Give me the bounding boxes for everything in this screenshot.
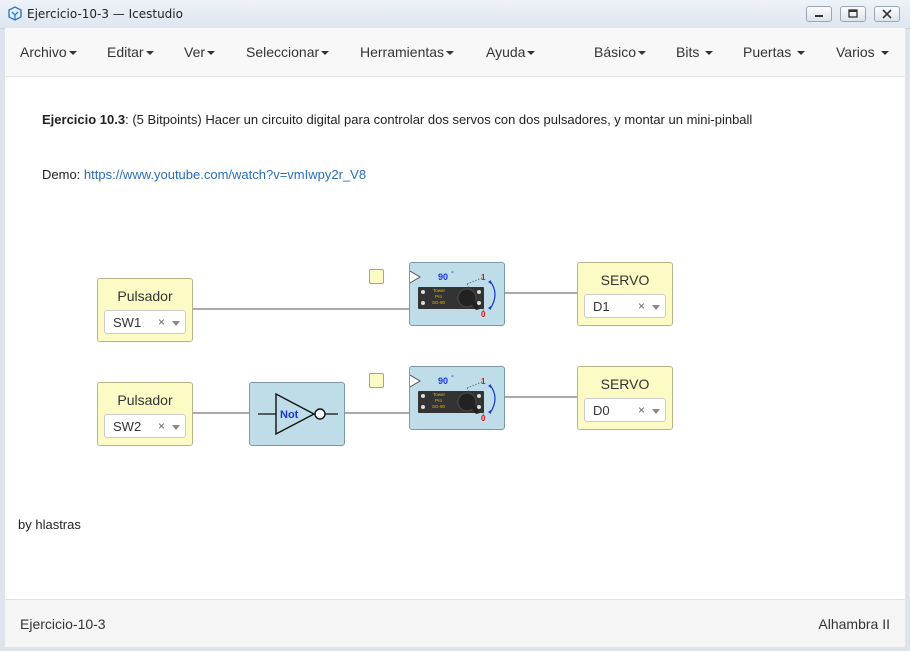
maximize-icon (848, 9, 858, 18)
minimize-icon (815, 15, 823, 17)
clear-icon[interactable]: × (158, 419, 165, 433)
pin-select[interactable]: SW2 × (104, 414, 186, 438)
servo-degree: ° (451, 374, 454, 382)
caret-down-icon (638, 51, 647, 56)
minimize-button[interactable] (806, 6, 832, 22)
block-title: SERVO (600, 272, 650, 288)
servo-motor-icon: 90 ° 1 0 Tower Pro SG-90 (409, 270, 496, 319)
input-block-sw1[interactable]: Pulsador SW1 × (97, 278, 193, 342)
menu-seleccionar[interactable]: Seleccionar (246, 44, 330, 60)
menu-label: Archivo (20, 44, 67, 60)
pin-value: SW2 (113, 419, 142, 434)
author-byline: by hlastras (18, 517, 81, 532)
dropdown-arrow-icon[interactable] (652, 409, 660, 414)
servo-degree: ° (451, 270, 454, 278)
pin-select[interactable]: D1 × (584, 294, 666, 318)
block-title: Pulsador (117, 288, 173, 304)
clear-icon[interactable]: × (638, 299, 645, 313)
servo-min: 0 (481, 414, 486, 423)
menu-basico[interactable]: Básico (594, 44, 647, 60)
menu-bits[interactable]: Bits (676, 44, 714, 60)
maximize-button[interactable] (840, 6, 866, 22)
statusbar: Ejercicio-10-3 Alhambra II (5, 599, 905, 647)
menu-label: Varios (836, 44, 875, 60)
board-name[interactable]: Alhambra II (818, 616, 890, 632)
servo-parameter-input[interactable] (369, 373, 384, 388)
menu-label: Ayuda (486, 44, 526, 60)
pin-value: D1 (593, 299, 610, 314)
servo-parameter-input[interactable] (369, 269, 384, 284)
menu-herramientas[interactable]: Herramientas (360, 44, 455, 60)
menubar: Archivo Editar Ver Seleccionar Herramien… (5, 28, 905, 77)
servo-brand: SG-90 (432, 300, 446, 305)
project-name: Ejercicio-10-3 (20, 616, 106, 632)
caret-down-icon (68, 51, 77, 56)
menu-ayuda[interactable]: Ayuda (486, 44, 536, 60)
servo-angle: 90 (438, 272, 448, 282)
block-title: SERVO (600, 376, 650, 392)
window-title: Ejercicio-10-3 — Icestudio (27, 7, 183, 21)
menu-label: Básico (594, 44, 637, 60)
servo-max: 1 (481, 273, 486, 282)
caret-down-icon (145, 51, 154, 56)
clear-icon[interactable]: × (638, 403, 645, 417)
servo-angle: 90 (438, 376, 448, 386)
servo-brand: Tower (433, 288, 446, 293)
close-icon (882, 9, 892, 19)
servo-brand: Pro (435, 398, 443, 403)
caret-down-icon (207, 51, 216, 56)
not-gate-icon: Not (258, 392, 338, 436)
menu-archivo[interactable]: Archivo (20, 44, 77, 60)
servo-module-2[interactable]: 90 ° 1 0 Tower Pro SG-90 (409, 366, 505, 430)
caret-down-icon (797, 51, 806, 56)
menu-puertas[interactable]: Puertas (743, 44, 806, 60)
window-titlebar: Ejercicio-10-3 — Icestudio (0, 0, 910, 29)
clear-icon[interactable]: × (158, 315, 165, 329)
design-canvas[interactable]: Ejercicio 10.3: (5 Bitpoints) Hacer un c… (5, 77, 905, 599)
dropdown-arrow-icon[interactable] (172, 321, 180, 326)
servo-min: 0 (481, 310, 486, 319)
pin-value: SW1 (113, 315, 142, 330)
block-title: Pulsador (117, 392, 173, 408)
dropdown-arrow-icon[interactable] (652, 305, 660, 310)
servo-max: 1 (481, 377, 486, 386)
pin-value: D0 (593, 403, 610, 418)
servo-motor-icon: 90 ° 1 0 Tower Pro SG-90 (409, 374, 496, 423)
caret-down-icon (321, 51, 330, 56)
menu-label: Editar (107, 44, 144, 60)
icestudio-logo-icon (8, 6, 22, 21)
menu-varios[interactable]: Varios (836, 44, 889, 60)
menu-label: Seleccionar (246, 44, 320, 60)
menu-label: Bits (676, 44, 700, 60)
menu-label: Ver (184, 44, 206, 60)
servo-brand: SG-90 (432, 404, 446, 409)
not-gate-block[interactable]: Not (249, 382, 345, 446)
caret-down-icon (527, 51, 536, 56)
menu-ver[interactable]: Ver (184, 44, 216, 60)
input-block-sw2[interactable]: Pulsador SW2 × (97, 382, 193, 446)
menu-editar[interactable]: Editar (107, 44, 154, 60)
app-window: Archivo Editar Ver Seleccionar Herramien… (5, 28, 905, 647)
output-block-d0[interactable]: SERVO D0 × (577, 366, 673, 430)
close-button[interactable] (874, 6, 900, 22)
servo-brand: Pro (435, 294, 443, 299)
servo-brand: Tower (433, 392, 446, 397)
caret-down-icon (446, 51, 455, 56)
menu-label: Herramientas (360, 44, 445, 60)
dropdown-arrow-icon[interactable] (172, 425, 180, 430)
pin-select[interactable]: D0 × (584, 398, 666, 422)
menu-label: Puertas (743, 44, 792, 60)
not-gate-label: Not (280, 409, 299, 421)
caret-down-icon (705, 51, 714, 56)
caret-down-icon (880, 51, 889, 56)
output-block-d1[interactable]: SERVO D1 × (577, 262, 673, 326)
servo-module-1[interactable]: 90 ° 1 0 Tower Pro SG-90 (409, 262, 505, 326)
pin-select[interactable]: SW1 × (104, 310, 186, 334)
